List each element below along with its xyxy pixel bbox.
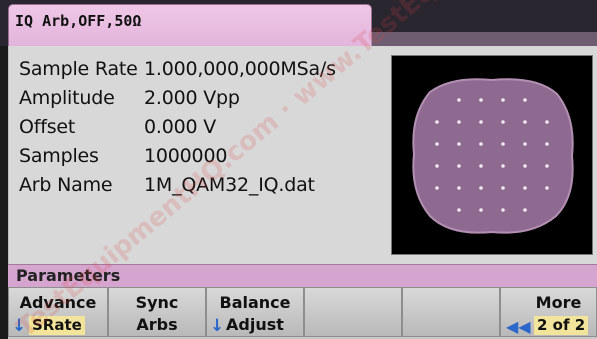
tab-strip (370, 32, 597, 46)
constellation-point (523, 98, 527, 102)
sample-rate-label: Sample Rate (19, 58, 138, 80)
arb-name-label: Arb Name (19, 174, 113, 196)
down-arrow-icon: ↓ (12, 316, 27, 336)
constellation-point (501, 208, 505, 212)
constellation-point (479, 120, 483, 124)
offset-label: Offset (19, 116, 76, 138)
constellation-point (479, 98, 483, 102)
advance-label: Advance (19, 293, 97, 312)
amplitude-label: Amplitude (19, 87, 115, 109)
samples-label: Samples (19, 145, 99, 167)
qam-constellation-preview-icon (412, 78, 574, 234)
offset-value: 0.000 V (144, 116, 217, 138)
constellation-point (479, 142, 483, 146)
main-panel: Sample Rate 1.000,000,000MSa/s Amplitude… (8, 46, 597, 264)
balance-adjust-line2: Adjust (226, 315, 284, 334)
double-left-arrow-icon: ◀◀ (506, 317, 531, 336)
constellation-point (435, 142, 439, 146)
more-softkey[interactable]: More ◀◀ 2 of 2 (500, 287, 597, 337)
constellation-point (435, 186, 439, 190)
constellation-point (435, 120, 439, 124)
advance-value: SRate (29, 316, 85, 335)
constellation-point (545, 186, 549, 190)
empty-softkey-5[interactable] (402, 287, 500, 337)
samples-value: 1000000 (144, 145, 228, 167)
waveform-preview (391, 55, 593, 255)
balance-adjust-line1: Balance (219, 293, 291, 312)
constellation-point (523, 142, 527, 146)
channel-tab[interactable]: IQ Arb,OFF,50Ω (8, 4, 372, 47)
constellation-point (545, 142, 549, 146)
constellation-point (501, 142, 505, 146)
constellation-point (523, 186, 527, 190)
sample-rate-value: 1.000,000,000MSa/s (144, 58, 336, 80)
channel-tab-label: IQ Arb,OFF,50Ω (15, 12, 142, 30)
balance-adjust-softkey[interactable]: Balance ↓ Adjust (206, 287, 304, 337)
empty-softkey-4[interactable] (304, 287, 402, 337)
constellation-point (435, 164, 439, 168)
constellation-point (479, 208, 483, 212)
constellation-point (457, 208, 461, 212)
sync-arbs-line2: Arbs (136, 315, 178, 334)
arb-name-value: 1M_QAM32_IQ.dat (144, 174, 315, 196)
softkey-bar: Advance ↓ SRate Sync Arbs Balance ↓ Adju… (8, 287, 597, 339)
top-bar: IQ Arb,OFF,50Ω (0, 0, 597, 47)
constellation-point (457, 142, 461, 146)
parameters-header: Parameters (8, 264, 597, 287)
constellation-point (457, 120, 461, 124)
constellation-point (501, 120, 505, 124)
constellation-point (523, 120, 527, 124)
advance-softkey[interactable]: Advance ↓ SRate (8, 287, 108, 337)
constellation-point (457, 98, 461, 102)
constellation-point (545, 120, 549, 124)
sync-arbs-line1: Sync (135, 293, 179, 312)
constellation-point (479, 186, 483, 190)
more-page-indicator: 2 of 2 (534, 316, 589, 335)
constellation-point (457, 164, 461, 168)
constellation-point (501, 186, 505, 190)
more-label: More (535, 293, 582, 312)
constellation-cloud (412, 78, 574, 234)
constellation-point (479, 164, 483, 168)
constellation-point (457, 186, 461, 190)
constellation-point (545, 164, 549, 168)
constellation-point (523, 208, 527, 212)
constellation-point (501, 164, 505, 168)
amplitude-value: 2.000 Vpp (144, 87, 240, 109)
parameters-header-label: Parameters (16, 266, 121, 285)
sync-arbs-softkey[interactable]: Sync Arbs (108, 287, 206, 337)
screen: IQ Arb,OFF,50Ω Sample Rate 1.000,000,000… (0, 0, 597, 339)
constellation-point (523, 164, 527, 168)
constellation-point (501, 98, 505, 102)
